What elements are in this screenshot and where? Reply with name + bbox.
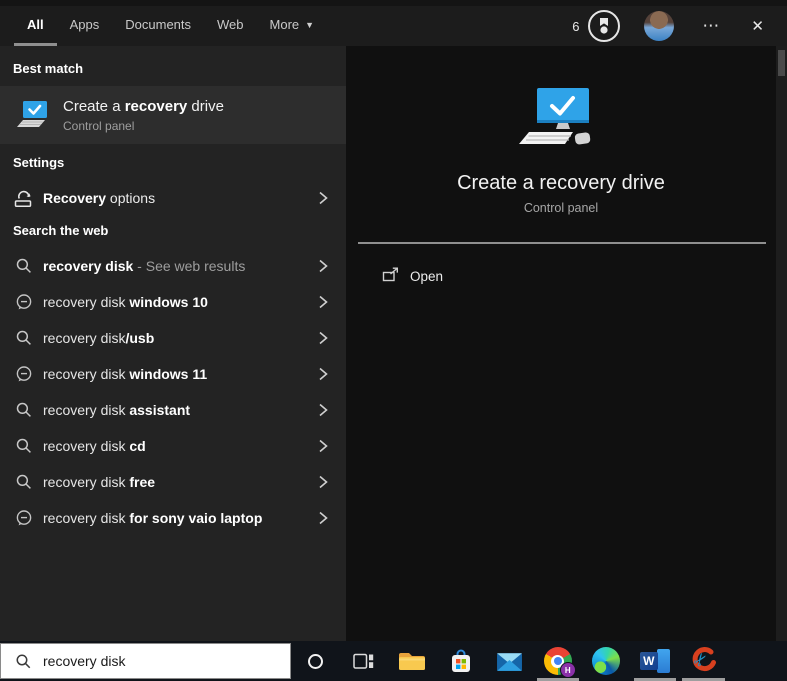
chevron-right-icon <box>319 511 328 525</box>
taskbar-search-box[interactable] <box>0 643 291 679</box>
open-external-icon <box>382 267 399 282</box>
mail-icon <box>496 652 522 671</box>
web-suggestion-label: recovery disk cd <box>43 438 146 454</box>
chevron-right-icon <box>319 191 328 204</box>
search-filter-tabbar: All Apps Documents Web More ▼ 6 ⋯ ✕ <box>0 6 787 46</box>
more-options-button[interactable]: ⋯ <box>702 16 720 36</box>
trending-icon <box>15 365 33 383</box>
search-icon <box>15 473 33 491</box>
tab-more[interactable]: More ▼ <box>257 6 328 46</box>
search-the-web-header: Search the web <box>13 223 109 238</box>
close-button[interactable]: ✕ <box>751 17 764 35</box>
rewards-count: 6 <box>572 18 580 34</box>
task-view-icon <box>353 653 374 669</box>
preview-divider <box>358 242 766 244</box>
recovery-options-icon <box>13 187 35 209</box>
search-icon <box>15 329 33 347</box>
best-match-subtitle: Control panel <box>63 119 135 133</box>
tab-web[interactable]: Web <box>204 6 257 46</box>
preview-hero: Create a recovery drive Control panel <box>346 46 776 215</box>
mail-button[interactable] <box>485 641 534 681</box>
best-match-title: Create a recovery drive <box>63 98 224 115</box>
trending-icon <box>15 293 33 311</box>
search-results-panel: Best match Create a recovery drive Contr… <box>0 46 346 641</box>
web-suggestions-list: recovery disk - See web results recovery… <box>0 248 346 536</box>
chevron-right-icon <box>319 259 328 273</box>
web-suggestion-label: recovery disk for sony vaio laptop <box>43 510 263 526</box>
edge-icon <box>592 647 621 675</box>
tab-documents[interactable]: Documents <box>112 6 204 46</box>
word-button[interactable]: W <box>631 641 680 681</box>
recovery-drive-large-icon <box>519 88 591 145</box>
chevron-right-icon <box>319 331 328 345</box>
screen-capture-tool-button[interactable]: ✂ <box>679 641 728 681</box>
tab-apps[interactable]: Apps <box>57 6 113 46</box>
recovery-drive-icon <box>17 101 47 127</box>
web-suggestion-row[interactable]: recovery disk/usb <box>0 320 346 356</box>
preview-subtitle: Control panel <box>523 201 599 215</box>
taskbar: H W ✂ <box>0 641 787 681</box>
web-suggestion-row[interactable]: recovery disk for sony vaio laptop <box>0 500 346 536</box>
cortana-button[interactable] <box>291 641 340 681</box>
web-suggestion-row[interactable]: recovery disk cd <box>0 428 346 464</box>
chevron-right-icon <box>319 367 328 381</box>
chevron-down-icon: ▼ <box>305 19 315 30</box>
rewards-button[interactable] <box>588 10 621 42</box>
microsoft-store-icon <box>451 649 470 672</box>
screen-capture-tool-icon: ✂ <box>689 647 717 671</box>
web-suggestion-row[interactable]: recovery disk assistant <box>0 392 346 428</box>
best-match-text: Create a recovery drive Control panel <box>63 97 224 133</box>
edge-button[interactable] <box>582 641 631 681</box>
cortana-icon <box>307 653 323 669</box>
chrome-icon: H <box>543 647 576 678</box>
chevron-right-icon <box>319 439 328 453</box>
tab-more-label: More <box>269 17 300 32</box>
trending-icon <box>15 509 33 527</box>
chevron-right-icon <box>319 403 328 417</box>
web-suggestion-label: recovery disk - See web results <box>43 258 246 274</box>
preview-title: Create a recovery drive <box>457 172 665 194</box>
search-icon <box>15 401 33 419</box>
taskbar-buttons: H W ✂ <box>291 641 728 681</box>
web-suggestion-row[interactable]: recovery disk free <box>0 464 346 500</box>
chrome-button[interactable]: H <box>534 641 583 681</box>
file-explorer-icon <box>399 653 426 670</box>
chrome-profile-badge: H <box>559 662 576 678</box>
task-view-button[interactable] <box>340 641 389 681</box>
scrollbar-track[interactable] <box>776 46 787 641</box>
web-suggestion-label: recovery disk windows 11 <box>43 366 208 382</box>
best-match-result[interactable]: Create a recovery drive Control panel <box>0 86 346 144</box>
tabbar-right-cluster: 6 ⋯ ✕ <box>572 6 787 46</box>
web-suggestion-label: recovery disk/usb <box>43 330 155 346</box>
best-match-header: Best match <box>13 61 84 76</box>
microsoft-store-button[interactable] <box>437 641 486 681</box>
web-suggestion-row[interactable]: recovery disk windows 11 <box>0 356 346 392</box>
settings-result-recovery-options[interactable]: Recovery options <box>0 181 346 214</box>
search-icon <box>15 257 33 275</box>
file-explorer-button[interactable] <box>388 641 437 681</box>
web-suggestion-label: recovery disk windows 10 <box>43 294 208 310</box>
word-icon: W <box>639 648 670 674</box>
user-avatar[interactable] <box>644 11 675 41</box>
medal-icon <box>600 18 609 34</box>
tab-all[interactable]: All <box>14 6 57 46</box>
chevron-right-icon <box>319 295 328 309</box>
open-action-label: Open <box>410 268 444 284</box>
web-suggestion-label: recovery disk free <box>43 474 156 490</box>
search-icon <box>15 437 33 455</box>
filter-tabs: All Apps Documents Web More ▼ <box>14 6 327 46</box>
web-suggestion-row[interactable]: recovery disk windows 10 <box>0 284 346 320</box>
web-suggestion-row[interactable]: recovery disk - See web results <box>0 248 346 284</box>
settings-header: Settings <box>13 155 65 170</box>
result-preview-panel: Create a recovery drive Control panel Op… <box>346 46 776 641</box>
chevron-right-icon <box>319 475 328 489</box>
web-suggestion-label: recovery disk assistant <box>43 402 191 418</box>
windows-search-flyout: All Apps Documents Web More ▼ 6 ⋯ ✕ Best… <box>0 0 787 681</box>
open-action[interactable]: Open <box>346 260 776 292</box>
scrollbar-thumb[interactable] <box>778 50 785 76</box>
taskbar-search-input[interactable] <box>41 652 290 670</box>
settings-result-label: Recovery options <box>43 189 156 206</box>
search-icon <box>16 654 31 668</box>
